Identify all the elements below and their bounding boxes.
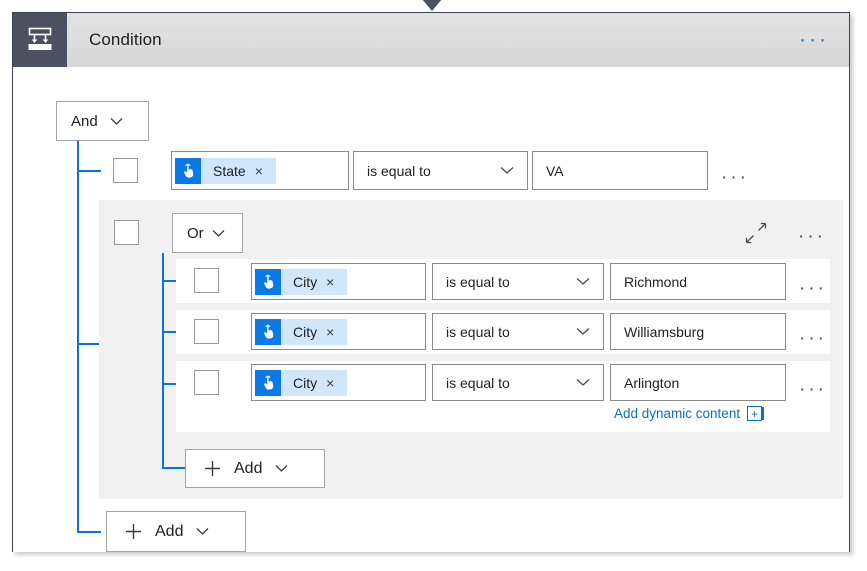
group-operator-label: Or: [187, 225, 204, 242]
condition-left-operand-field[interactable]: City ×: [251, 313, 426, 350]
group-connector-branch-add: [162, 467, 186, 469]
condition-value-text: Arlington: [624, 375, 679, 391]
row-more-menu-button[interactable]: ···: [799, 285, 827, 293]
root-add-label: Add: [155, 523, 183, 541]
card-header: Condition ···: [13, 13, 849, 67]
condition-value-field[interactable]: VA: [532, 151, 708, 190]
chevron-down-icon: [576, 378, 590, 387]
dynamic-content-token: State ×: [175, 158, 276, 184]
group-add-button[interactable]: Add: [185, 449, 325, 488]
plus-icon: [204, 460, 221, 477]
row-more-menu-button[interactable]: ···: [799, 386, 827, 394]
chevron-down-icon: [500, 166, 514, 175]
condition-branch-icon: [13, 13, 67, 67]
condition-operator-value: is equal to: [446, 375, 510, 391]
condition-operator-value: is equal to: [446, 324, 510, 340]
chevron-down-icon: [196, 527, 209, 536]
condition-operator-dropdown[interactable]: is equal to: [432, 313, 604, 350]
flow-canvas: Condition ··· And: [0, 0, 867, 571]
dynamic-content-token: City ×: [255, 319, 347, 345]
root-operator-label: And: [71, 113, 98, 130]
chevron-down-icon: [576, 277, 590, 286]
condition-value-field[interactable]: Williamsburg: [610, 313, 786, 350]
dynamic-content-tap-icon: [255, 269, 281, 295]
token-remove-icon[interactable]: ×: [326, 274, 347, 290]
condition-operator-value: is equal to: [367, 163, 431, 179]
add-dynamic-content-link[interactable]: Add dynamic content +: [614, 406, 762, 421]
row-more-menu-button[interactable]: ···: [721, 174, 749, 182]
row-checkbox[interactable]: [113, 158, 138, 183]
condition-value-text: Williamsburg: [624, 324, 704, 340]
token-remove-icon[interactable]: ×: [326, 324, 347, 340]
chevron-down-icon: [576, 327, 590, 336]
row-more-menu-button[interactable]: ···: [799, 335, 827, 343]
dynamic-content-tap-icon: [175, 158, 201, 184]
condition-value-text: Richmond: [624, 274, 687, 290]
condition-operator-dropdown[interactable]: is equal to: [432, 263, 604, 300]
arrow-down-icon: [419, 0, 445, 12]
root-add-button[interactable]: Add: [106, 511, 246, 552]
token-remove-icon[interactable]: ×: [326, 375, 347, 391]
add-dynamic-content-label: Add dynamic content: [614, 406, 740, 421]
dynamic-content-token: City ×: [255, 370, 347, 396]
token-remove-icon[interactable]: ×: [255, 163, 276, 179]
token-label: City: [281, 324, 326, 340]
condition-value-field[interactable]: Arlington: [610, 364, 786, 401]
add-dynamic-content-icon: +: [747, 406, 762, 421]
condition-left-operand-field[interactable]: City ×: [251, 364, 426, 401]
dynamic-content-tap-icon: [255, 370, 281, 396]
condition-operator-value: is equal to: [446, 274, 510, 290]
condition-value-text: VA: [546, 163, 564, 179]
group-operator-select[interactable]: Or: [172, 213, 243, 253]
root-connector-branch-row-1: [77, 170, 101, 172]
token-label: State: [201, 163, 255, 179]
chevron-down-icon: [110, 117, 123, 126]
condition-operator-dropdown[interactable]: is equal to: [432, 364, 604, 401]
condition-card: Condition ··· And: [12, 12, 850, 552]
root-operator-select[interactable]: And: [56, 101, 149, 141]
chevron-down-icon: [275, 464, 288, 473]
group-connector-vertical: [162, 253, 164, 469]
dynamic-content-token: City ×: [255, 269, 347, 295]
page-title: Condition: [89, 30, 162, 50]
root-connector-vertical: [77, 141, 79, 533]
row-checkbox[interactable]: [194, 319, 219, 344]
row-checkbox[interactable]: [194, 370, 219, 395]
token-label: City: [281, 375, 326, 391]
condition-builder: And State ×: [13, 67, 849, 552]
chevron-down-icon: [212, 229, 225, 238]
token-label: City: [281, 274, 326, 290]
card-more-menu-button[interactable]: ···: [799, 35, 829, 45]
collapse-diagonal-icon[interactable]: [745, 222, 767, 244]
root-connector-branch-add: [77, 531, 101, 533]
condition-value-field[interactable]: Richmond: [610, 263, 786, 300]
condition-left-operand-field[interactable]: City ×: [251, 263, 426, 300]
root-connector-branch-group: [77, 343, 101, 345]
group-more-menu-button[interactable]: ···: [798, 233, 826, 241]
group-checkbox[interactable]: [114, 220, 139, 245]
group-add-label: Add: [234, 460, 262, 478]
row-checkbox[interactable]: [194, 268, 219, 293]
plus-icon: [125, 523, 142, 540]
condition-left-operand-field[interactable]: State ×: [171, 151, 349, 190]
condition-operator-dropdown[interactable]: is equal to: [353, 151, 528, 190]
plus-glyph: +: [751, 408, 758, 420]
dynamic-content-tap-icon: [255, 319, 281, 345]
